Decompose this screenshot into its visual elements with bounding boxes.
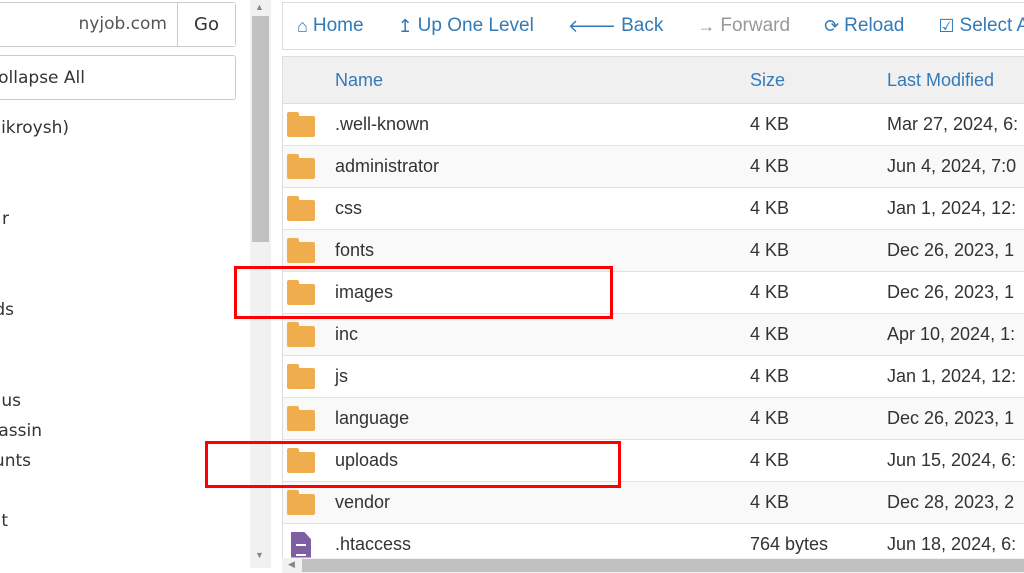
- toolbar: ⌂ Home ↥ Up One Level 🡐 Back → Forward ⟳ Relo…: [282, 2, 1024, 50]
- reload-label: Reload: [844, 15, 905, 36]
- file-name[interactable]: administrator: [335, 156, 750, 177]
- tree-item[interactable]: assin: [0, 421, 42, 441]
- tree-item[interactable]: r: [2, 209, 9, 229]
- last-modified-column-header[interactable]: Last Modified: [887, 70, 994, 91]
- file-name[interactable]: inc: [335, 324, 750, 345]
- file-size: 764 bytes: [750, 534, 829, 554]
- file-name[interactable]: language: [335, 408, 750, 429]
- forward-label: Forward: [720, 15, 791, 36]
- checkbox-icon: ☑: [938, 15, 955, 36]
- name-column-header[interactable]: Name: [335, 70, 750, 91]
- scroll-down-icon[interactable]: ▼: [255, 550, 264, 560]
- folder-icon: [287, 111, 315, 137]
- file-size: 4 KB: [750, 408, 790, 428]
- file-size: 4 KB: [750, 282, 790, 302]
- file-size: 4 KB: [750, 492, 790, 512]
- folder-icon: [287, 489, 315, 515]
- file-size: 4 KB: [750, 324, 790, 344]
- file-size: 4 KB: [750, 198, 790, 218]
- tree-item[interactable]: ikroysh): [1, 118, 69, 138]
- file-modified: Dec 26, 2023, 1: [887, 282, 1015, 302]
- file-modified: Dec 26, 2023, 1: [887, 408, 1015, 428]
- file-name[interactable]: fonts: [335, 240, 750, 261]
- refresh-icon: ⟳: [824, 15, 840, 36]
- file-size: 4 KB: [750, 450, 790, 470]
- up-one-level-label: Up One Level: [417, 15, 534, 36]
- tree-item[interactable]: t: [1, 511, 8, 531]
- size-column-header[interactable]: Size: [750, 70, 887, 91]
- folder-icon: [287, 321, 315, 347]
- arrow-right-icon: →: [697, 15, 716, 36]
- up-one-level-button[interactable]: ↥ Up One Level: [398, 15, 534, 37]
- file-modified: Apr 10, 2024, 1:: [887, 324, 1016, 344]
- highlight-box-uploads: [205, 441, 621, 488]
- table-row[interactable]: css 4 KB Jan 1, 2024, 12:: [283, 188, 1024, 230]
- select-all-button[interactable]: ☑ Select A: [938, 15, 1024, 37]
- table-header: Name Size Last Modified: [283, 57, 1024, 104]
- file-modified: Mar 27, 2024, 6:: [887, 114, 1019, 134]
- scroll-thumb[interactable]: [302, 559, 1024, 572]
- collapse-all-button[interactable]: ollapse All: [0, 55, 236, 100]
- file-name[interactable]: vendor: [335, 492, 750, 513]
- forward-button[interactable]: → Forward: [697, 15, 790, 37]
- file-modified: Dec 26, 2023, 1: [887, 240, 1015, 260]
- horizontal-scrollbar[interactable]: ◀: [282, 558, 1024, 573]
- level-up-icon: ↥: [397, 15, 413, 36]
- tree-item[interactable]: ds: [0, 300, 14, 320]
- go-button[interactable]: Go: [177, 3, 235, 46]
- scroll-left-icon[interactable]: ◀: [288, 559, 295, 570]
- table-row[interactable]: .well-known 4 KB Mar 27, 2024, 6:: [283, 104, 1024, 146]
- file-modified: Dec 28, 2023, 2: [887, 492, 1015, 512]
- tree-item[interactable]: us: [1, 391, 21, 411]
- table-row[interactable]: inc 4 KB Apr 10, 2024, 1:: [283, 314, 1024, 356]
- file-name[interactable]: js: [335, 366, 750, 387]
- file-modified: Jan 1, 2024, 12:: [887, 198, 1017, 218]
- home-icon: ⌂: [297, 15, 308, 36]
- tree-item[interactable]: unts: [0, 451, 31, 471]
- highlight-box-images: [234, 266, 613, 319]
- folder-icon: [287, 405, 315, 431]
- file-modified: Jun 18, 2024, 6:: [887, 534, 1017, 554]
- reload-button[interactable]: ⟳ Reload: [824, 15, 904, 37]
- scroll-thumb[interactable]: [252, 16, 269, 242]
- back-label: Back: [621, 15, 664, 36]
- table-row[interactable]: administrator 4 KB Jun 4, 2024, 7:0: [283, 146, 1024, 188]
- file-size: 4 KB: [750, 366, 790, 386]
- file-modified: Jun 4, 2024, 7:0: [887, 156, 1017, 176]
- address-input[interactable]: nyjob.com: [0, 3, 177, 46]
- folder-icon: [287, 195, 315, 221]
- collapse-all-label: ollapse All: [0, 68, 85, 88]
- address-bar: nyjob.com Go: [0, 2, 236, 47]
- table-row[interactable]: vendor 4 KB Dec 28, 2023, 2: [283, 482, 1024, 524]
- scroll-up-icon[interactable]: ▲: [255, 2, 264, 12]
- file-size: 4 KB: [750, 240, 790, 260]
- select-all-label: Select A: [959, 15, 1024, 36]
- file-size: 4 KB: [750, 114, 790, 134]
- folder-icon: [287, 363, 315, 389]
- back-button[interactable]: 🡐 Back: [568, 15, 664, 37]
- file-modified: Jun 15, 2024, 6:: [887, 450, 1017, 470]
- file-name[interactable]: .htaccess: [335, 534, 750, 555]
- file-modified: Jan 1, 2024, 12:: [887, 366, 1017, 386]
- home-label: Home: [312, 15, 364, 36]
- arrow-left-icon: 🡐: [567, 15, 617, 36]
- home-button[interactable]: ⌂ Home: [297, 15, 364, 37]
- file-icon: [291, 531, 311, 558]
- file-size: 4 KB: [750, 156, 790, 176]
- table-row[interactable]: js 4 KB Jan 1, 2024, 12:: [283, 356, 1024, 398]
- file-name[interactable]: css: [335, 198, 750, 219]
- folder-icon: [287, 153, 315, 179]
- folder-icon: [287, 237, 315, 263]
- file-name[interactable]: .well-known: [335, 114, 750, 135]
- table-row[interactable]: language 4 KB Dec 26, 2023, 1: [283, 398, 1024, 440]
